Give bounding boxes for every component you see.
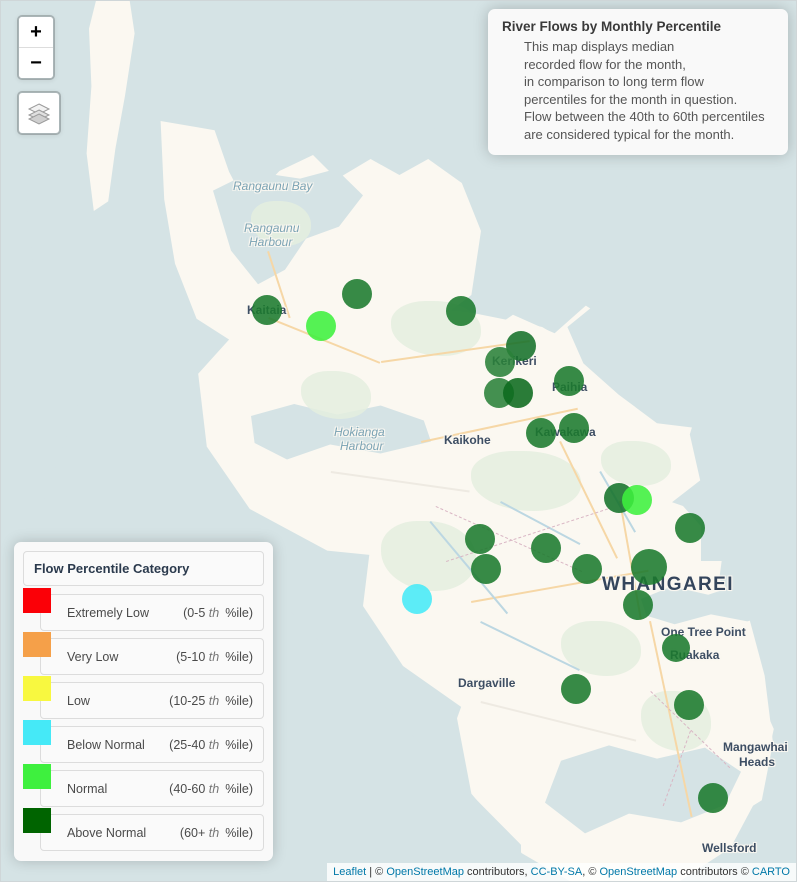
legend-row-box: Low (10-25 th %ile) bbox=[40, 682, 264, 719]
station-marker[interactable] bbox=[465, 524, 495, 554]
station-marker[interactable] bbox=[674, 690, 704, 720]
station-marker[interactable] bbox=[675, 513, 705, 543]
legend-color-swatch bbox=[23, 764, 51, 789]
zoom-in-button[interactable]: + bbox=[19, 17, 53, 47]
legend-range-bounds: (40-60 bbox=[169, 781, 206, 796]
legend-range-bounds: (0-5 bbox=[183, 605, 206, 620]
legend-range-bounds: (60+ bbox=[179, 825, 206, 840]
info-panel: River Flows by Monthly Percentile This m… bbox=[488, 9, 788, 155]
zoom-control[interactable]: + − bbox=[17, 15, 55, 80]
info-panel-line: percentiles for the month in question. bbox=[524, 91, 738, 107]
info-panel-line: This map displays median bbox=[524, 39, 675, 54]
station-marker[interactable] bbox=[471, 554, 501, 584]
info-panel-line: are considered typical for the month. bbox=[524, 126, 735, 142]
station-marker[interactable] bbox=[531, 533, 561, 563]
attribution-text-3: contributors © bbox=[677, 866, 752, 878]
legend-item-label: Very Low bbox=[67, 649, 119, 664]
legend-row[interactable]: Below Normal (25-40 th %ile) bbox=[23, 720, 264, 763]
legend-row-box: Extremely Low (0-5 th %ile) bbox=[40, 594, 264, 631]
station-marker[interactable] bbox=[622, 485, 652, 515]
legend-item-range: (0-5 th %ile) bbox=[183, 606, 253, 620]
legend-range-ordinal: th bbox=[205, 825, 220, 840]
legend-rows[interactable]: Extremely Low (0-5 th %ile) Very Low (5-10 t… bbox=[23, 588, 264, 851]
station-marker[interactable] bbox=[623, 590, 653, 620]
legend-range-unit: %ile) bbox=[225, 737, 253, 752]
legend-item-range: (40-60 th %ile) bbox=[169, 782, 253, 796]
station-marker[interactable] bbox=[662, 634, 690, 662]
legend-range-ordinal: th bbox=[205, 781, 220, 796]
legend-row[interactable]: Normal (40-60 th %ile) bbox=[23, 764, 264, 807]
leaflet-link[interactable]: Leaflet bbox=[333, 866, 366, 878]
station-marker[interactable] bbox=[631, 549, 667, 585]
station-marker[interactable] bbox=[561, 674, 591, 704]
layers-icon bbox=[19, 93, 59, 133]
station-marker[interactable] bbox=[342, 279, 372, 309]
legend-row-box: Very Low (5-10 th %ile) bbox=[40, 638, 264, 675]
legend-range-unit: %ile) bbox=[225, 693, 253, 708]
legend-row-box: Normal (40-60 th %ile) bbox=[40, 770, 264, 807]
attribution-sep-1: | © bbox=[366, 866, 387, 878]
station-marker[interactable] bbox=[402, 584, 432, 614]
legend-color-swatch bbox=[23, 632, 51, 657]
legend-range-bounds: (25-40 bbox=[169, 737, 206, 752]
info-panel-line: recorded flow for the month, bbox=[524, 56, 686, 72]
station-marker[interactable] bbox=[559, 413, 589, 443]
map-application: Rangaunu BayRangaunuHarbourKaitaiaKerike… bbox=[0, 0, 797, 882]
legend-color-swatch bbox=[23, 720, 51, 745]
station-marker[interactable] bbox=[698, 783, 728, 813]
legend-range-unit: %ile) bbox=[225, 825, 253, 840]
layers-control-button[interactable] bbox=[17, 91, 61, 135]
legend-item-label: Below Normal bbox=[67, 737, 145, 752]
legend-item-range: (5-10 th %ile) bbox=[176, 650, 253, 664]
legend-range-ordinal: th bbox=[205, 605, 220, 620]
legend-item-label: Above Normal bbox=[67, 825, 147, 840]
station-marker[interactable] bbox=[446, 296, 476, 326]
legend-color-swatch bbox=[23, 588, 51, 613]
station-marker[interactable] bbox=[306, 311, 336, 341]
openstreetmap-link-2[interactable]: OpenStreetMap bbox=[599, 866, 677, 878]
attribution-text-1: contributors, bbox=[464, 866, 531, 878]
legend-row-box: Below Normal (25-40 th %ile) bbox=[40, 726, 264, 763]
legend-item-range: (10-25 th %ile) bbox=[169, 694, 253, 708]
legend-panel: Flow Percentile Category Extremely Low (0… bbox=[14, 542, 273, 861]
station-marker[interactable] bbox=[252, 295, 282, 325]
legend-item-label: Low bbox=[67, 693, 90, 708]
legend-row[interactable]: Low (10-25 th %ile) bbox=[23, 676, 264, 719]
zoom-out-button[interactable]: − bbox=[19, 47, 53, 78]
legend-range-ordinal: th bbox=[205, 737, 220, 752]
attribution-text-2: , © bbox=[582, 866, 600, 878]
legend-item-range: (60+ th %ile) bbox=[180, 826, 253, 840]
info-panel-line: in comparison to long term flow bbox=[524, 74, 704, 89]
station-marker[interactable] bbox=[485, 347, 515, 377]
station-marker[interactable] bbox=[572, 554, 602, 584]
info-panel-line: Flow between the 40th to 60th percentile… bbox=[524, 109, 765, 124]
legend-range-bounds: (5-10 bbox=[176, 649, 206, 664]
attribution-bar: Leaflet | © OpenStreetMap contributors, … bbox=[327, 863, 796, 881]
cc-by-sa-link[interactable]: CC-BY-SA bbox=[531, 866, 583, 878]
station-marker[interactable] bbox=[526, 418, 556, 448]
legend-range-ordinal: th bbox=[205, 649, 220, 664]
legend-title-box: Flow Percentile Category bbox=[23, 551, 264, 586]
legend-row[interactable]: Very Low (5-10 th %ile) bbox=[23, 632, 264, 675]
station-marker[interactable] bbox=[503, 378, 533, 408]
station-marker[interactable] bbox=[554, 366, 584, 396]
legend-row-box: Above Normal (60+ th %ile) bbox=[40, 814, 264, 851]
legend-color-swatch bbox=[23, 676, 51, 701]
legend-color-swatch bbox=[23, 808, 51, 833]
legend-item-label: Extremely Low bbox=[67, 605, 149, 620]
legend-range-unit: %ile) bbox=[225, 781, 253, 796]
info-panel-title: River Flows by Monthly Percentile bbox=[502, 19, 722, 34]
carto-link[interactable]: CARTO bbox=[752, 866, 790, 878]
legend-row[interactable]: Above Normal (60+ th %ile) bbox=[23, 808, 264, 851]
legend-range-bounds: (10-25 bbox=[169, 693, 206, 708]
openstreetmap-link-1[interactable]: OpenStreetMap bbox=[386, 866, 464, 878]
legend-item-range: (25-40 th %ile) bbox=[169, 738, 253, 752]
info-panel-body: This map displays median recorded flow fo… bbox=[502, 38, 776, 143]
legend-range-ordinal: th bbox=[205, 693, 220, 708]
legend-range-unit: %ile) bbox=[225, 649, 253, 664]
legend-title: Flow Percentile Category bbox=[34, 561, 190, 576]
legend-row[interactable]: Extremely Low (0-5 th %ile) bbox=[23, 588, 264, 631]
legend-range-unit: %ile) bbox=[225, 605, 253, 620]
legend-item-label: Normal bbox=[67, 781, 108, 796]
